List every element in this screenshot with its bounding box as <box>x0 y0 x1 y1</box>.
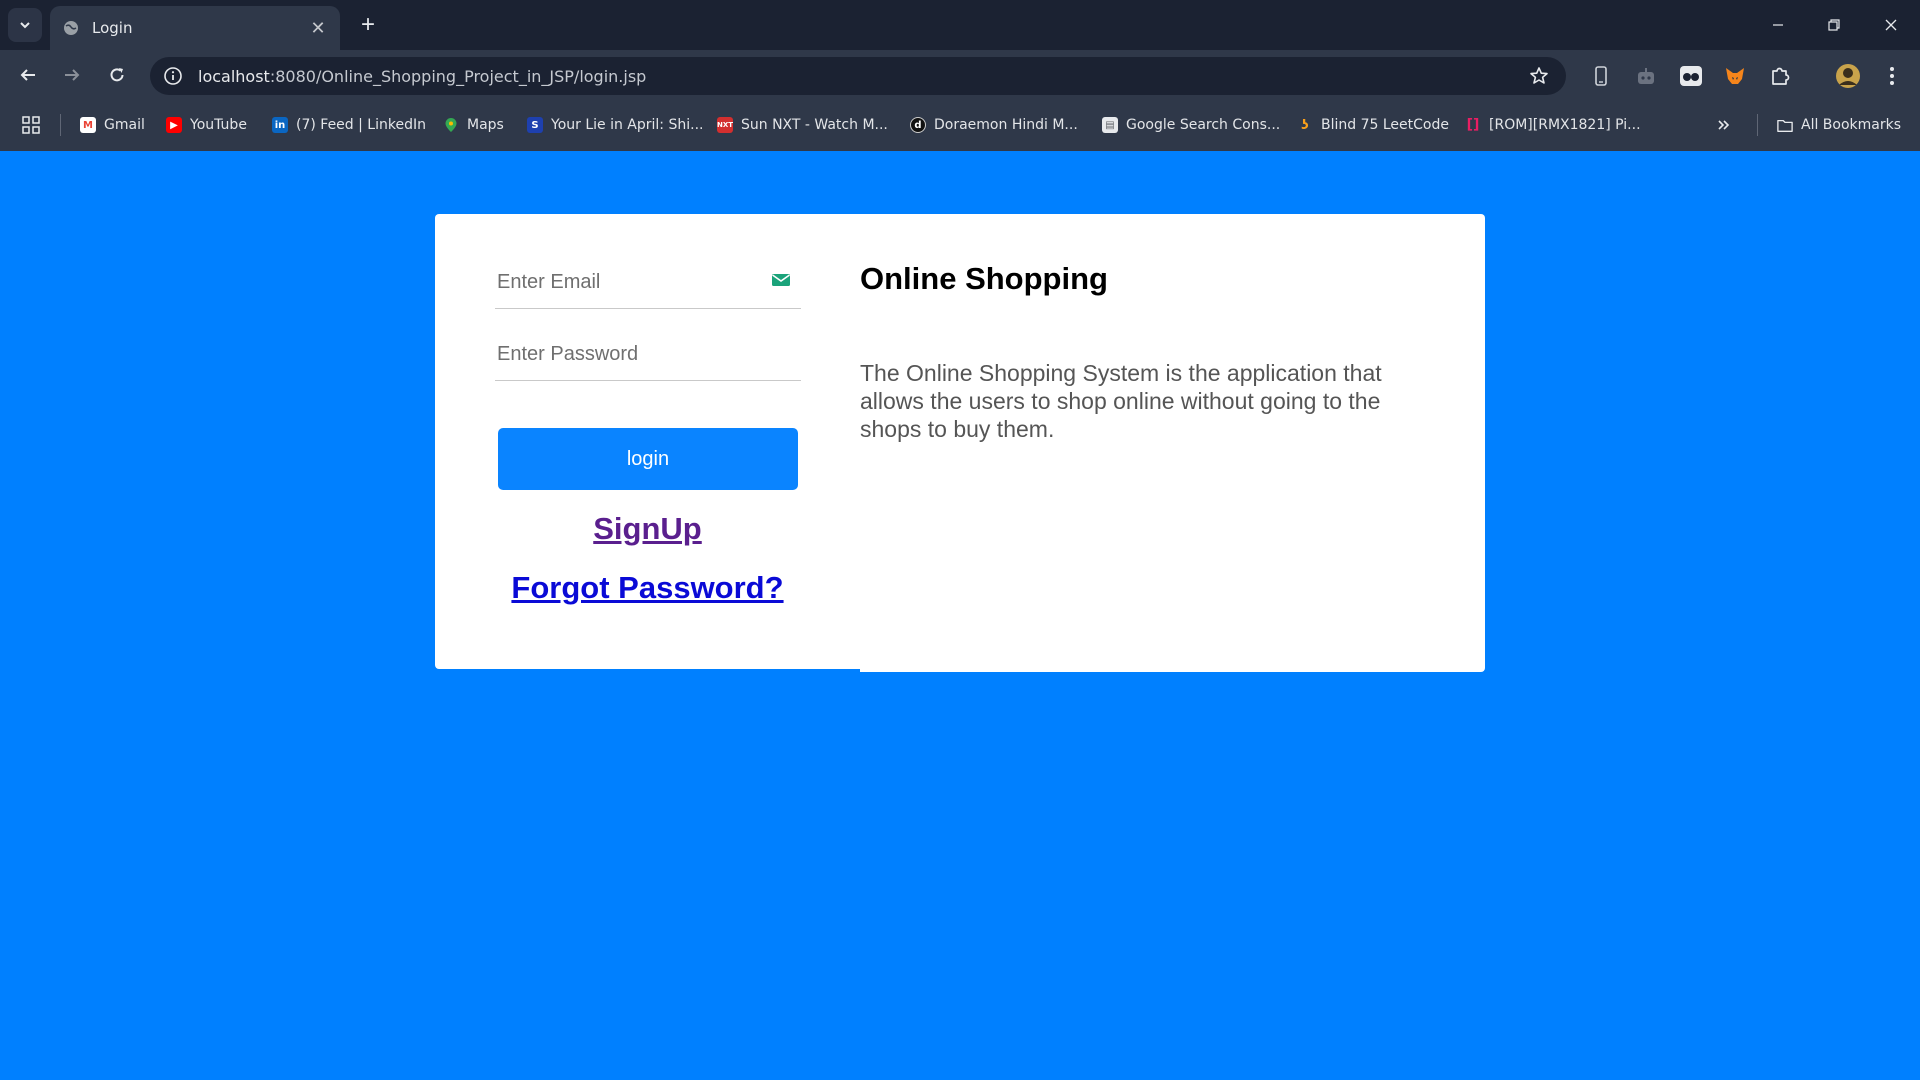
bookmark-label: Gmail <box>104 117 145 133</box>
metamask-icon[interactable] <box>1722 63 1748 89</box>
bookmark-favicon: S <box>527 117 543 133</box>
puzzle-extensions-icon[interactable] <box>1767 63 1793 89</box>
bookmark-label: (7) Feed | LinkedIn <box>296 117 426 133</box>
maps-icon <box>443 117 459 133</box>
login-panel: login SignUp Forgot Password? <box>435 214 860 669</box>
bookmarks-divider <box>1757 114 1758 136</box>
password-input[interactable] <box>495 329 765 379</box>
description-text: The Online Shopping System is the applic… <box>860 360 1382 442</box>
email-input[interactable] <box>495 257 765 307</box>
page-content: login SignUp Forgot Password? Online Sho… <box>0 151 1920 1080</box>
bookmark-blind-75[interactable]: ʖ Blind 75 LeetCode <box>1297 114 1449 136</box>
menu-kebab-icon[interactable] <box>1879 63 1905 89</box>
tab-title: Login <box>92 19 133 37</box>
tab-search-button[interactable] <box>8 8 42 42</box>
bookmark-google-search-console[interactable]: ▤ Google Search Cons... <box>1102 114 1280 136</box>
bookmark-maps[interactable]: Maps <box>443 114 504 136</box>
login-button[interactable]: login <box>498 428 798 490</box>
search-console-icon: ▤ <box>1102 117 1118 133</box>
url-path: :8080/Online_Shopping_Project_in_JSP/log… <box>269 66 647 86</box>
address-bar[interactable]: localhost:8080/Online_Shopping_Project_i… <box>150 57 1566 95</box>
minimize-button[interactable] <box>1758 8 1798 42</box>
bookmark-label: Your Lie in April: Shi... <box>551 117 704 133</box>
bookmark-linkedin[interactable]: in (7) Feed | LinkedIn <box>272 114 426 136</box>
signup-link[interactable]: SignUp <box>435 511 860 547</box>
bookmark-sun-nxt[interactable]: NXT Sun NXT - Watch M... <box>717 114 888 136</box>
bookmark-label: Blind 75 LeetCode <box>1321 117 1449 133</box>
close-tab-icon[interactable]: ✕ <box>308 18 328 39</box>
leetcode-icon: ʖ <box>1301 117 1309 133</box>
folder-icon <box>1777 117 1793 133</box>
page-title: Online Shopping <box>860 261 1108 296</box>
reload-icon <box>110 68 124 82</box>
tab-login[interactable]: Login ✕ <box>50 6 340 50</box>
bookmark-label: Google Search Cons... <box>1126 117 1281 133</box>
url-text: localhost:8080/Online_Shopping_Project_i… <box>198 67 646 86</box>
sunnxt-icon: NXT <box>717 117 733 133</box>
youtube-icon: ▶ <box>166 117 182 133</box>
info-panel: Online Shopping The Online Shopping Syst… <box>860 214 1485 672</box>
all-bookmarks-button[interactable]: All Bookmarks <box>1777 114 1901 136</box>
arrow-left-icon <box>20 69 35 81</box>
bookmark-youtube[interactable]: ▶ YouTube <box>166 114 247 136</box>
forgot-password-link[interactable]: Forgot Password? <box>435 570 860 606</box>
bookmark-favicon: d <box>910 117 926 133</box>
bookmark-star-icon[interactable] <box>1528 65 1550 87</box>
chevron-down-icon <box>20 22 30 29</box>
globe-icon <box>62 19 80 37</box>
all-bookmarks-label: All Bookmarks <box>1801 117 1902 133</box>
bookmark-label: Doraemon Hindi M... <box>934 117 1078 133</box>
apps-grid-icon[interactable] <box>22 114 40 136</box>
glasses-extension-icon[interactable] <box>1678 63 1704 89</box>
phone-extension-icon[interactable] <box>1588 63 1614 89</box>
more-bookmarks-chevron-icon[interactable] <box>1717 114 1731 136</box>
bookmark-label: YouTube <box>190 117 247 133</box>
forward-button[interactable] <box>57 60 87 90</box>
bookmarks-divider <box>60 114 61 136</box>
gmail-icon: M <box>80 117 96 133</box>
bookmark-label: Maps <box>467 117 504 133</box>
robot-extension-icon[interactable] <box>1633 63 1659 89</box>
email-field-wrapper <box>495 257 801 309</box>
bookmarks-bar: M Gmail ▶ YouTube in (7) Feed | LinkedIn… <box>0 100 1920 151</box>
url-host: localhost <box>198 66 270 86</box>
reload-button[interactable] <box>102 60 132 90</box>
profile-avatar[interactable] <box>1835 63 1861 89</box>
close-window-button[interactable] <box>1871 8 1911 42</box>
bookmark-rom[interactable]: [] [ROM][RMX1821] Pi... <box>1465 114 1641 136</box>
bookmark-favicon: [] <box>1466 117 1480 133</box>
linkedin-icon: in <box>272 117 288 133</box>
arrow-right-icon <box>65 69 80 81</box>
mail-icon <box>771 270 791 290</box>
bookmark-doraemon[interactable]: d Doraemon Hindi M... <box>910 114 1078 136</box>
restore-button[interactable] <box>1814 8 1854 42</box>
password-field-wrapper <box>495 329 801 381</box>
bookmark-label: [ROM][RMX1821] Pi... <box>1489 117 1641 133</box>
tab-strip: Login ✕ + <box>0 0 1920 50</box>
bookmark-gmail[interactable]: M Gmail <box>80 114 145 136</box>
browser-toolbar: localhost:8080/Online_Shopping_Project_i… <box>0 50 1920 100</box>
bookmark-your-lie-in-april[interactable]: S Your Lie in April: Shi... <box>527 114 703 136</box>
new-tab-button[interactable]: + <box>355 11 381 38</box>
site-info-icon[interactable] <box>162 65 184 87</box>
back-button[interactable] <box>13 60 43 90</box>
bookmark-label: Sun NXT - Watch M... <box>741 117 888 133</box>
